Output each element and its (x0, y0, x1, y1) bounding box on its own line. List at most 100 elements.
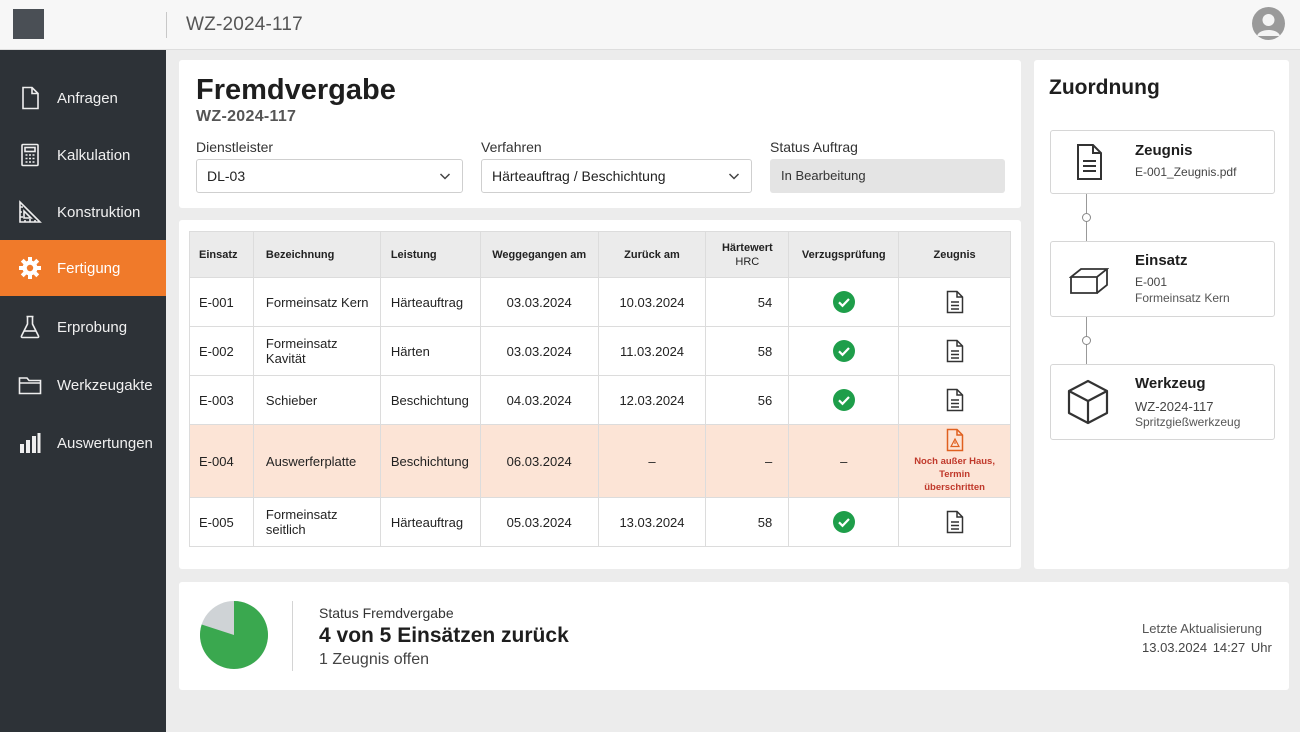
sidebar-item-fertigung[interactable]: Fertigung (0, 240, 166, 296)
table-row[interactable]: E-002 Formeinsatz Kavität Härten 03.03.2… (189, 326, 1011, 376)
col-header-haertewert[interactable]: Härtewert HRC (705, 231, 790, 278)
cell-bezeichnung: Schieber (252, 375, 381, 425)
check-circle-icon (832, 291, 855, 313)
cell-bezeichnung: Formeinsatz seitlich (252, 497, 381, 547)
document-warning-icon[interactable] (945, 428, 965, 452)
werkzeug-box[interactable]: Werkzeug WZ-2024-117 Spritzgießwerkzeug (1050, 364, 1275, 440)
zeugnis-box[interactable]: Zeugnis E-001_Zeugnis.pdf (1050, 130, 1275, 194)
einsaetze-card: Einsatz Bezeichnung Leistung Weggegangen… (179, 220, 1021, 569)
cell-weggegangen: 04.03.2024 (479, 375, 599, 425)
werkzeug-box-title: Werkzeug (1135, 375, 1206, 392)
dienstleister-value: DL-03 (207, 168, 246, 184)
cell-haertewert: 58 (705, 326, 790, 376)
avatar[interactable] (1252, 7, 1285, 40)
werkzeug-box-id: WZ-2024-117 (1135, 399, 1214, 414)
fremdvergabe-card: Fremdvergabe WZ-2024-117 Dienstleister D… (179, 60, 1021, 208)
col-header-haertewert-unit: HRC (735, 255, 760, 268)
block-icon (1069, 268, 1109, 294)
col-header-bezeichnung[interactable]: Bezeichnung (252, 231, 381, 278)
cell-zurueck: – (597, 424, 707, 498)
connector-dot (1082, 213, 1091, 222)
table-row[interactable]: E-003 Schieber Beschichtung 04.03.2024 1… (189, 375, 1011, 425)
ruler-triangle-icon (18, 200, 42, 224)
cell-zeugnis (898, 497, 1011, 547)
einsatz-box[interactable]: Einsatz E-001 Formeinsatz Kern (1050, 241, 1275, 317)
einsatz-box-name: Formeinsatz Kern (1135, 291, 1230, 305)
cell-zurueck: 10.03.2024 (597, 277, 707, 327)
col-header-zeugnis[interactable]: Zeugnis (898, 231, 1011, 278)
cell-verzugspruefung (788, 497, 900, 547)
page-title: Fremdvergabe (196, 74, 396, 106)
cell-verzugspruefung (788, 277, 900, 327)
document-icon (1077, 144, 1102, 180)
einsaetze-table: Einsatz Bezeichnung Leistung Weggegangen… (189, 231, 1011, 547)
cell-einsatz: E-001 (189, 277, 254, 327)
zuordnung-card: Zuordnung Zeugnis E-001_Zeugnis.pdf Eins… (1034, 60, 1289, 569)
last-update-time: 14:27 Uhr (1212, 640, 1272, 655)
document-icon[interactable] (945, 388, 965, 412)
document-icon[interactable] (945, 510, 965, 534)
last-update-label: Letzte Aktualisierung (1142, 621, 1262, 636)
app-logo[interactable] (13, 9, 44, 39)
col-header-haertewert-label: Härtewert (721, 241, 773, 254)
sidebar-item-anfragen[interactable]: Anfragen (0, 70, 166, 126)
table-header-row: Einsatz Bezeichnung Leistung Weggegangen… (189, 231, 1011, 278)
cell-verzugspruefung (788, 326, 900, 376)
calculator-icon (18, 143, 42, 167)
cell-verzugspruefung: – (788, 424, 900, 498)
sidebar-item-konstruktion[interactable]: Konstruktion (0, 184, 166, 240)
gear-icon (18, 256, 42, 280)
cell-zeugnis: Noch außer Haus, Termin überschritten (898, 424, 1011, 498)
sidebar-item-werkzeugakte[interactable]: Werkzeugakte (0, 357, 166, 413)
check-circle-icon (832, 511, 855, 533)
user-icon (1257, 14, 1280, 36)
col-header-einsatz[interactable]: Einsatz (189, 231, 254, 278)
status-auftrag-label: Status Auftrag (770, 139, 858, 155)
zuordnung-title: Zuordnung (1049, 76, 1160, 99)
cell-leistung: Beschichtung (379, 375, 481, 425)
page-subtitle: WZ-2024-117 (196, 108, 297, 125)
dienstleister-select[interactable]: DL-03 (196, 159, 463, 193)
overdue-note: Noch außer Haus, Termin überschritten (914, 456, 995, 493)
status-summary: 4 von 5 Einsätzen zurück (319, 624, 569, 647)
col-header-weggegangen[interactable]: Weggegangen am (479, 231, 599, 278)
last-update-value: 13.03.2024 14:27 Uhr (1142, 640, 1272, 655)
col-header-verzugspruefung[interactable]: Verzugsprüfung (788, 231, 900, 278)
cell-weggegangen: 05.03.2024 (479, 497, 599, 547)
verfahren-label: Verfahren (481, 139, 542, 155)
table-row-warning[interactable]: E-004 Auswerferplatte Beschichtung 06.03… (189, 424, 1011, 498)
sidebar-item-label: Anfragen (57, 89, 118, 107)
cell-bezeichnung: Formeinsatz Kavität (252, 326, 381, 376)
sidebar-item-erprobung[interactable]: Erprobung (0, 299, 166, 355)
col-header-zurueck[interactable]: Zurück am (597, 231, 707, 278)
cell-zurueck: 12.03.2024 (597, 375, 707, 425)
document-icon[interactable] (945, 339, 965, 363)
cell-einsatz: E-005 (189, 497, 254, 547)
cell-einsatz: E-003 (189, 375, 254, 425)
sidebar: Anfragen Kalkulation Konstruktion Fertig… (0, 50, 166, 732)
chevron-down-icon (439, 173, 451, 180)
cell-weggegangen: 03.03.2024 (479, 277, 599, 327)
sidebar-item-label: Kalkulation (57, 146, 131, 164)
cell-einsatz: E-002 (189, 326, 254, 376)
document-icon[interactable] (945, 290, 965, 314)
cell-leistung: Härteauftrag (379, 497, 481, 547)
col-header-leistung[interactable]: Leistung (379, 231, 481, 278)
verfahren-select[interactable]: Härteauftrag / Beschichtung (481, 159, 752, 193)
status-open-certificates: 1 Zeugnis offen (319, 651, 430, 668)
cell-weggegangen: 06.03.2024 (479, 424, 599, 498)
check-circle-icon (832, 340, 855, 362)
cell-bezeichnung: Formeinsatz Kern (252, 277, 381, 327)
cell-bezeichnung: Auswerferplatte (252, 424, 381, 498)
folder-icon (18, 373, 42, 397)
table-row[interactable]: E-005 Formeinsatz seitlich Härteauftrag … (189, 497, 1011, 547)
cell-leistung: Härteauftrag (379, 277, 481, 327)
table-row[interactable]: E-001 Formeinsatz Kern Härteauftrag 03.0… (189, 277, 1011, 327)
cell-zurueck: 11.03.2024 (597, 326, 707, 376)
einsatz-box-id: E-001 (1135, 275, 1168, 289)
cube-icon (1067, 379, 1109, 425)
sidebar-item-kalkulation[interactable]: Kalkulation (0, 127, 166, 183)
sidebar-item-auswertungen[interactable]: Auswertungen (0, 415, 166, 471)
cell-einsatz: E-004 (189, 424, 254, 498)
cell-zeugnis (898, 326, 1011, 376)
